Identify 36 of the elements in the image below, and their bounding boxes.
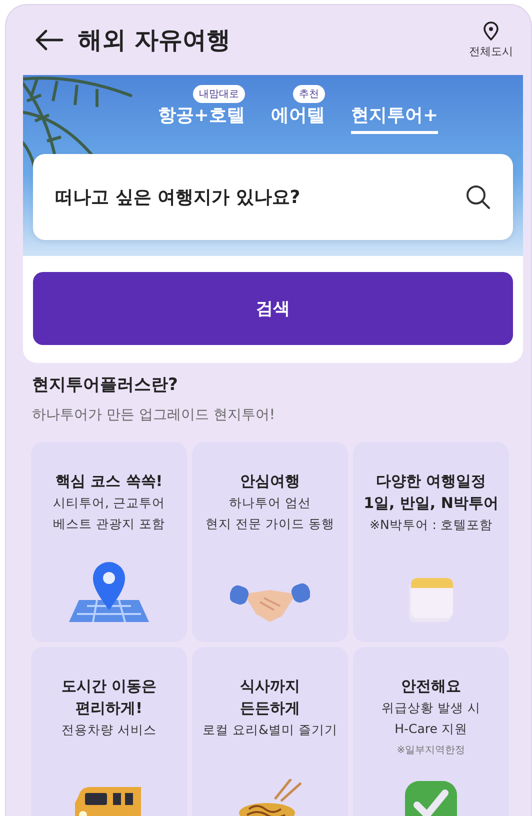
back-arrow-icon[interactable] xyxy=(34,28,64,52)
feature-description: 현지 전문 가이드 동행 xyxy=(206,515,334,533)
feature-title: 안전해요 xyxy=(401,676,461,697)
section-subtitle: 하나투어가 만든 업그레이드 현지투어! xyxy=(32,406,276,424)
feature-description: 위급상황 발생 시 xyxy=(382,699,480,717)
feature-title: 든든하게 xyxy=(240,698,300,719)
page-title: 해외 자유여행 xyxy=(78,25,232,56)
search-icon xyxy=(465,184,491,210)
feature-title: 식사까지 xyxy=(240,676,300,697)
tab[interactable]: 추천 에어텔 xyxy=(271,85,325,134)
search-field[interactable]: 떠나고 싶은 여행지가 있나요? xyxy=(33,154,513,240)
feature-description: 베스트 관광지 포함 xyxy=(53,515,165,533)
feature-description: 로컬 요리&별미 즐기기 xyxy=(202,721,338,739)
feature-description: H-Care 지원 xyxy=(394,720,468,738)
feature-description: ※N박투어 : 호텔포함 xyxy=(370,516,492,534)
feature-description: 시티투어, 근교투어 xyxy=(53,494,165,512)
location-button[interactable]: 전체도시 xyxy=(469,21,513,59)
feature-title: 핵심 코스 쏙쏙! xyxy=(55,471,163,492)
feature-title: 안심여행 xyxy=(240,471,300,492)
feature-title: 다양한 여행일정 xyxy=(376,471,486,492)
map-pin-icon xyxy=(67,560,151,624)
tab-label: 에어텔 xyxy=(271,105,325,126)
feature-title: 1일, 반일, N박투어 xyxy=(364,493,498,514)
tab-badge: 추천 xyxy=(293,85,325,103)
tab[interactable]: 내맘대로 항공+호텔 xyxy=(158,85,245,134)
feature-note: ※일부지역한정 xyxy=(396,744,466,757)
tab-label: 항공+호텔 xyxy=(158,105,245,126)
feature-description: 전용차량 서비스 xyxy=(62,721,156,739)
feature-title: 편리하게! xyxy=(76,698,142,719)
tab-label: 현지투어+ xyxy=(351,105,438,126)
feature-description: 하나투어 엄선 xyxy=(229,494,311,512)
section-title: 현지투어플러스란? xyxy=(32,374,179,396)
tab-badge: 내맘대로 xyxy=(193,85,245,103)
location-pin-icon xyxy=(482,21,500,41)
search-button[interactable]: 검색 xyxy=(33,272,513,345)
feature-title: 도시간 이동은 xyxy=(61,676,157,697)
